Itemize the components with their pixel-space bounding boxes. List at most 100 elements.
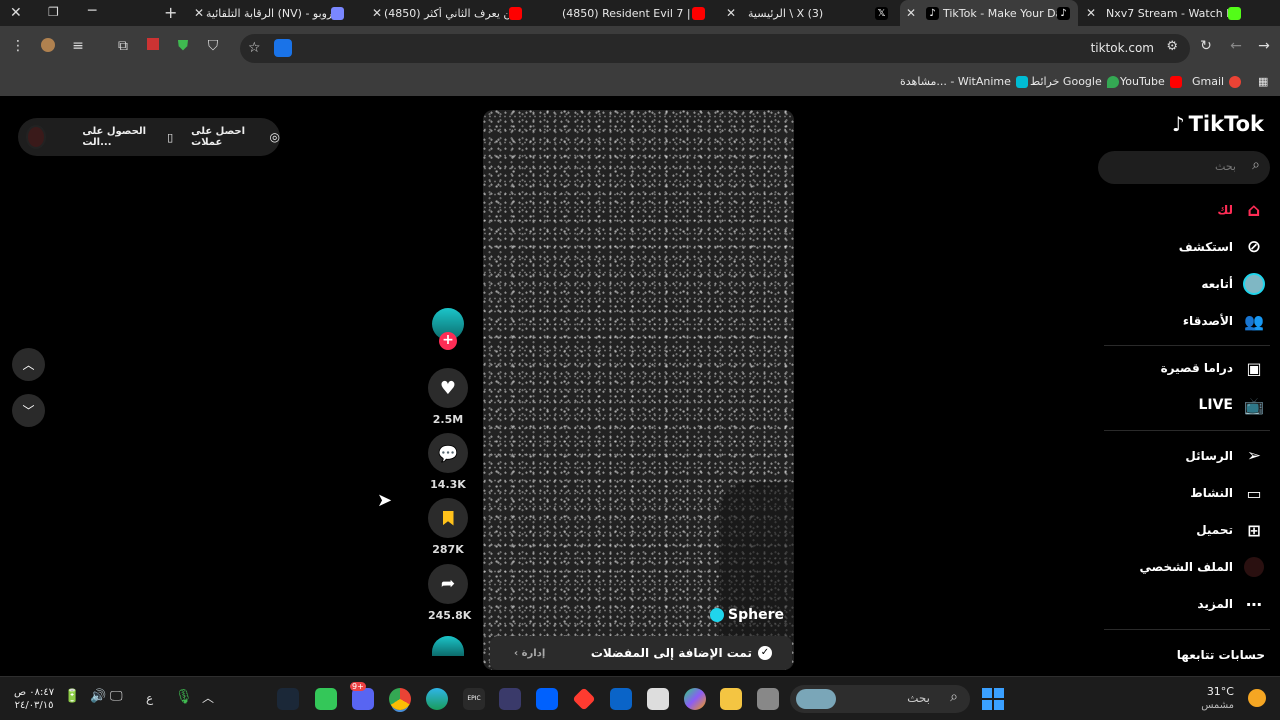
previous-video-button[interactable]: ︿: [12, 348, 45, 381]
like-button[interactable]: ♥ 2.5M: [428, 368, 468, 426]
epic-games-icon[interactable]: EPIC: [463, 688, 485, 710]
input-language[interactable]: ع: [146, 691, 153, 705]
home-icon: ⌂: [1247, 199, 1261, 221]
site-settings-icon[interactable]: ⚙: [1166, 39, 1178, 54]
new-tab-icon[interactable]: +: [164, 3, 177, 22]
store-icon[interactable]: [647, 688, 669, 710]
profile-avatar-icon[interactable]: [26, 125, 47, 149]
video-player[interactable]: Sphere: [483, 110, 794, 670]
tab-item[interactable]: ✕ (4850) مين يعرف الثاني أكثر: [370, 0, 538, 26]
privacy-badger-icon[interactable]: ⛉: [203, 38, 223, 54]
back-icon[interactable]: →: [1254, 38, 1274, 54]
menu-dots-icon[interactable]: ⋮: [8, 38, 28, 54]
minimize-window-icon[interactable]: ─: [88, 3, 96, 19]
following-accounts-header: حسابات تتابعها: [1176, 648, 1265, 662]
next-video-button[interactable]: ﹀: [12, 394, 45, 427]
tab-item[interactable]: ✕ الرقابة التلقائية (NV) - بروبو: [192, 0, 360, 26]
tab-close-icon[interactable]: ✕: [904, 6, 918, 20]
system-clock[interactable]: ٠٨:٤٧ ص ٢٤/٠٣/١٥: [14, 686, 54, 712]
nav-messages[interactable]: الرسائل ➢: [1185, 445, 1265, 467]
nav-short-drama[interactable]: دراما قصيرة ▣: [1161, 357, 1265, 379]
comment-icon: 💬: [438, 443, 458, 463]
app-icon[interactable]: [499, 688, 521, 710]
favorite-button[interactable]: 287K: [428, 498, 468, 556]
address-bar[interactable]: ☆ tiktok.com ⚙: [240, 34, 1190, 63]
bookmark-google-maps[interactable]: خرائط Google: [1030, 75, 1119, 88]
apps-grid-icon[interactable]: ▦: [1258, 75, 1268, 88]
browser-toolbar: ⋮ ≡ ⧉ ⛊ ⛉ ☆ tiktok.com ⚙ ↻ ← →: [0, 26, 1280, 70]
nav-upload[interactable]: تحميل ⊞: [1196, 519, 1265, 541]
tab-close-icon[interactable]: ✕: [192, 6, 206, 20]
nav-friends[interactable]: الأصدقاء 👥: [1183, 310, 1265, 332]
forward-icon[interactable]: ←: [1226, 38, 1246, 54]
sidebar-divider: [1104, 345, 1270, 346]
toast-manage-link[interactable]: ‹ إدارة: [514, 648, 545, 659]
weather-widget[interactable]: 31°C مشمس: [1201, 685, 1234, 713]
taskbar-search[interactable]: بحث ⌕: [790, 685, 970, 713]
xbox-app-icon[interactable]: [315, 688, 337, 710]
extensions-icon[interactable]: ⧉: [113, 38, 133, 54]
discord-badge: 9+: [350, 682, 366, 691]
tab-item[interactable]: ✕ (4850) Resident Evil 7 | قاقة: [548, 0, 716, 26]
edge-icon[interactable]: [426, 688, 448, 710]
favorite-toast: ‹ إدارة تمت الإضافة إلى المفضلات ✓: [490, 636, 792, 670]
comment-button[interactable]: 💬 14.3K: [428, 433, 468, 491]
close-window-icon[interactable]: ✕: [10, 5, 22, 21]
tab-search-icon[interactable]: ≡: [68, 38, 88, 54]
tab-item-active[interactable]: ✕ ♪ TikTok - Make Your Day ♪: [900, 0, 1078, 26]
nav-live[interactable]: LIVE 📺: [1198, 394, 1265, 416]
chevron-down-icon: ﹀: [22, 404, 35, 418]
steam-icon[interactable]: [277, 688, 299, 710]
tray-chevron-up-icon[interactable]: ︿: [202, 689, 214, 706]
restore-window-icon[interactable]: ❐: [48, 5, 59, 19]
search-icon: ⌕: [950, 689, 958, 705]
windows-start-icon[interactable]: [982, 688, 1004, 710]
mouse-cursor-icon: ➤: [377, 490, 393, 511]
reload-icon[interactable]: ↻: [1196, 38, 1216, 54]
share-button[interactable]: ➦ 245.8K: [428, 564, 471, 622]
nav-following[interactable]: أتابعه: [1201, 273, 1265, 295]
search-icon[interactable]: ⌕: [1252, 157, 1260, 173]
outlook-icon[interactable]: [610, 688, 632, 710]
more-dots-icon: ⋯: [1246, 594, 1262, 614]
battery-icon[interactable]: 🔋: [64, 689, 80, 704]
tab-item[interactable]: ✕ Nxv7 Stream - Watch Live: [1080, 0, 1260, 26]
profile-avatar-icon[interactable]: [38, 38, 58, 56]
tiktok-logo[interactable]: ♪ TikTok: [1172, 112, 1264, 136]
bookmark-gmail[interactable]: Gmail: [1192, 75, 1242, 88]
app-icon[interactable]: [757, 688, 779, 710]
network-icon[interactable]: 🖵: [110, 689, 123, 704]
check-icon: ✓: [758, 646, 772, 660]
author-avatar[interactable]: +: [428, 308, 468, 350]
next-author-avatar[interactable]: [428, 636, 468, 656]
app-icon[interactable]: [572, 687, 596, 711]
nav-profile[interactable]: الملف الشخصي: [1140, 556, 1265, 578]
dropbox-icon[interactable]: [536, 688, 558, 710]
tab-close-icon[interactable]: ✕: [1084, 6, 1098, 20]
microphone-icon[interactable]: 🎙: [175, 689, 193, 705]
copilot-icon[interactable]: [684, 688, 706, 710]
shield-extension-icon[interactable]: ⛊: [173, 38, 193, 54]
follow-plus-icon[interactable]: +: [439, 332, 457, 350]
chrome-icon[interactable]: [389, 688, 411, 710]
tab-item[interactable]: ✕ الرئيسية \ X (3) 𝕏: [724, 0, 892, 26]
volume-icon[interactable]: 🔊: [90, 689, 106, 704]
extension-icon[interactable]: [143, 38, 163, 54]
get-coins-link[interactable]: احصل على عملات: [191, 126, 263, 148]
discord-icon[interactable]: 9+: [350, 682, 374, 710]
cast-icon[interactable]: [274, 39, 292, 57]
discord-bot-icon: [331, 6, 344, 20]
search-input[interactable]: ⌕ بحث: [1098, 151, 1270, 184]
video-author[interactable]: Sphere: [710, 607, 784, 623]
tab-close-icon[interactable]: ✕: [724, 6, 738, 20]
nav-explore[interactable]: استكشف ⊘: [1179, 236, 1265, 258]
nav-more[interactable]: المزيد ⋯: [1197, 593, 1265, 615]
get-app-link[interactable]: الحصول على الت...: [82, 126, 161, 148]
tab-close-icon[interactable]: ✕: [370, 6, 384, 20]
file-explorer-icon[interactable]: [720, 688, 742, 710]
nav-activity[interactable]: النشاط ▭: [1190, 482, 1265, 504]
nav-for-you[interactable]: لك ⌂: [1217, 199, 1265, 221]
bookmark-star-icon[interactable]: ☆: [248, 40, 261, 56]
bookmark-youtube[interactable]: YouTube: [1120, 75, 1182, 88]
bookmark-witanime[interactable]: مشاهدة... - WitAnime: [900, 75, 1028, 88]
